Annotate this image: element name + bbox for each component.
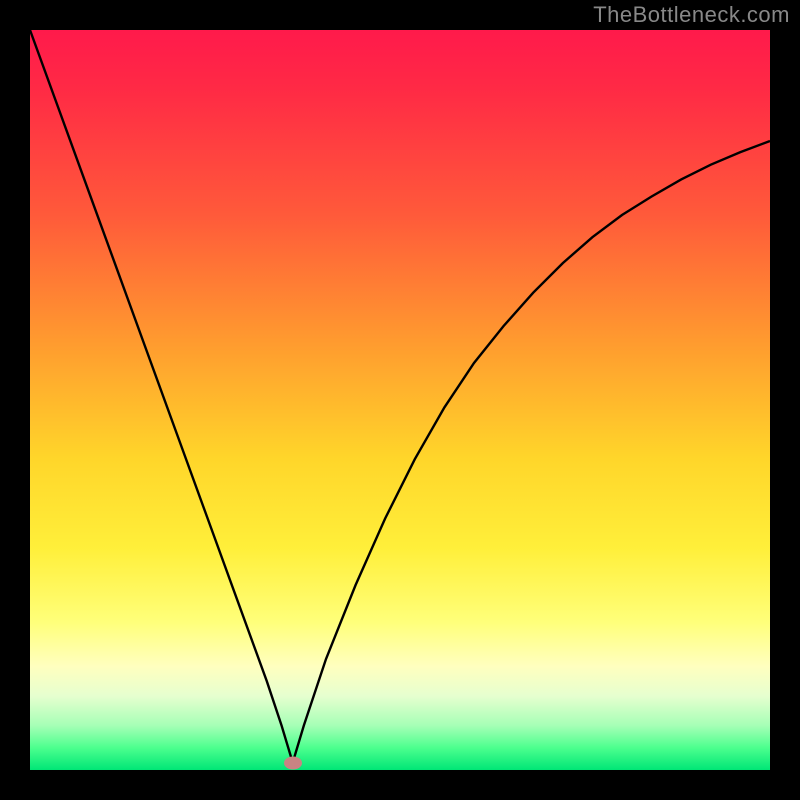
bottleneck-curve [30,30,770,770]
chart-root: TheBottleneck.com [0,0,800,800]
min-point-marker [284,756,302,769]
plot-area [30,30,770,770]
watermark-text: TheBottleneck.com [593,2,790,28]
curve-path [30,30,770,763]
